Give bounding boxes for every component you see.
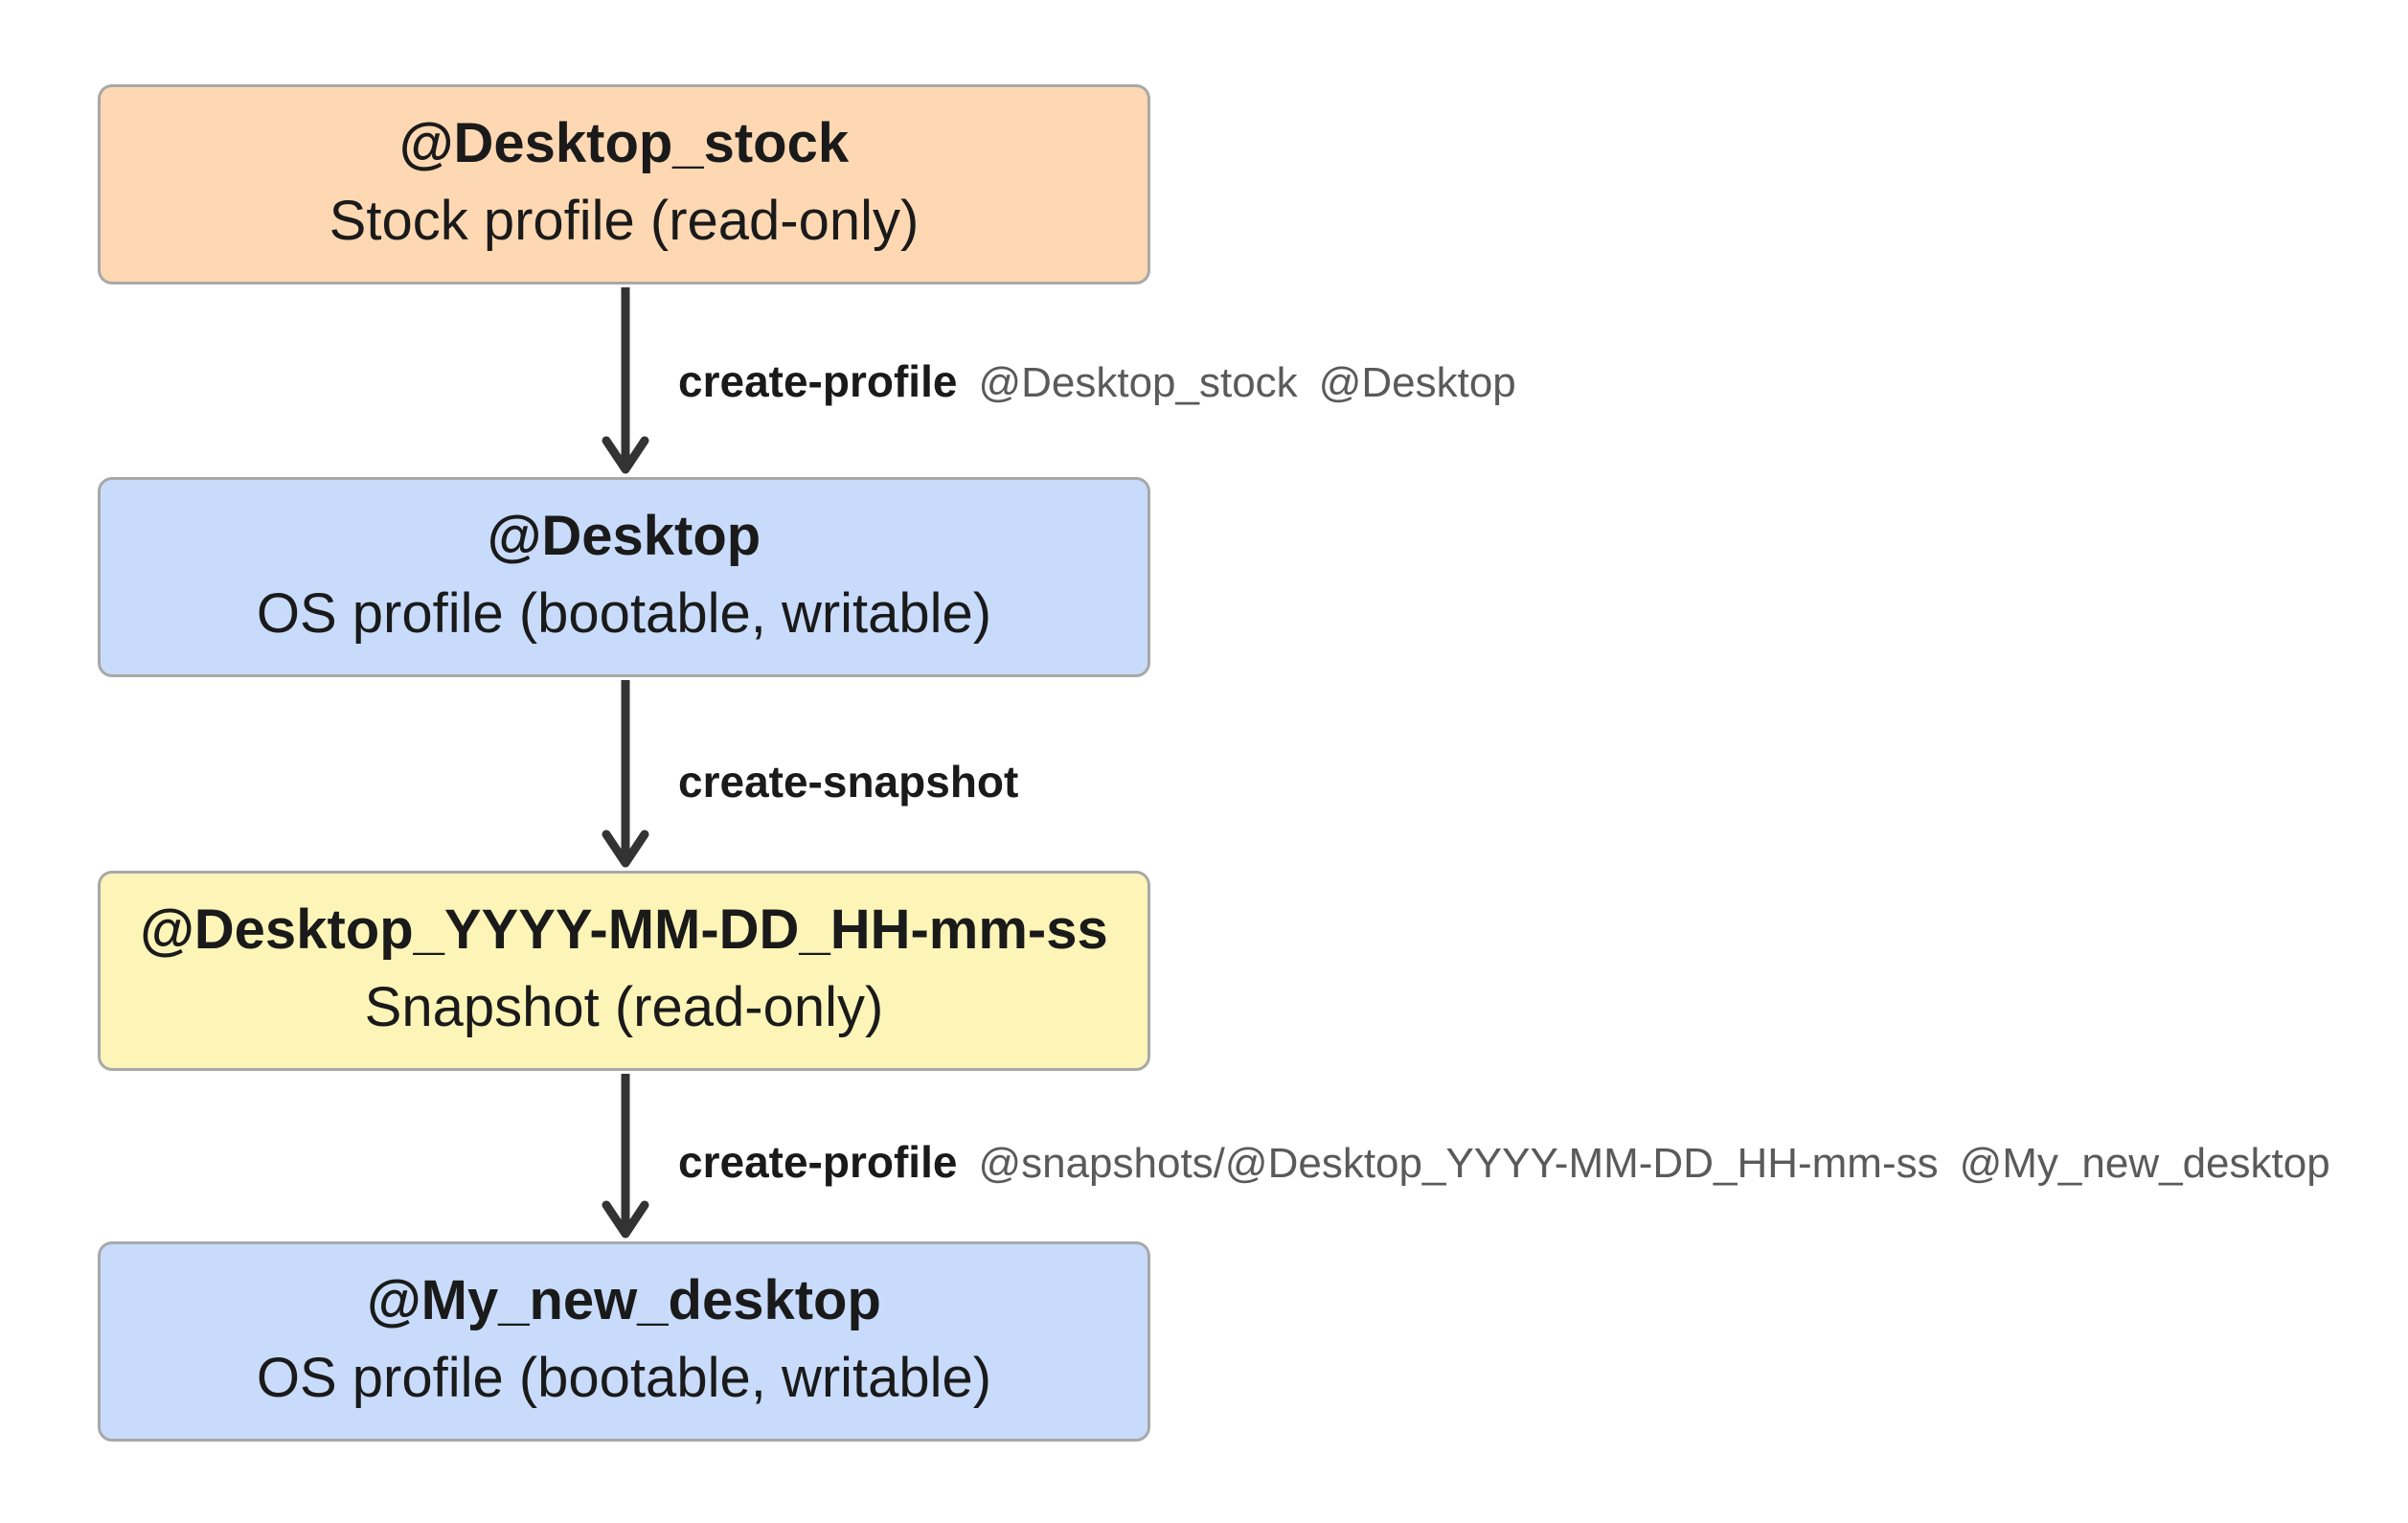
profile-node-desktop-stock: @Desktop_stock Stock profile (read-only) — [98, 84, 1150, 284]
node-title: @Desktop_stock — [398, 111, 850, 174]
edge-arg: @My_new_desktop — [1959, 1140, 2330, 1187]
snapshot-node: @Desktop_YYYY-MM-DD_HH-mm-ss Snapshot (r… — [98, 871, 1150, 1071]
node-subtitle: Snapshot (read-only) — [364, 975, 884, 1038]
edge-label: create-profile @snapshots/@Desktop_YYYY-M… — [678, 1135, 2330, 1191]
node-subtitle: OS profile (bootable, writable) — [256, 1346, 992, 1409]
edge-arg: @Desktop_stock — [978, 359, 1298, 406]
edge-command: create-profile — [678, 356, 958, 406]
edge-arg: @snapshots/@Desktop_YYYY-MM-DD_HH-mm-ss — [978, 1140, 1939, 1187]
profile-node-my-new-desktop: @My_new_desktop OS profile (bootable, wr… — [98, 1241, 1150, 1442]
edge-arg: @Desktop — [1318, 359, 1516, 406]
edge-label: create-profile @Desktop_stock @Desktop — [678, 354, 1516, 410]
node-title: @Desktop — [487, 504, 761, 567]
profile-node-desktop: @Desktop OS profile (bootable, writable) — [98, 477, 1150, 677]
node-title: @My_new_desktop — [367, 1268, 881, 1331]
node-title: @Desktop_YYYY-MM-DD_HH-mm-ss — [140, 898, 1108, 961]
edge-label: create-snapshot — [678, 755, 1018, 808]
node-subtitle: Stock profile (read-only) — [329, 189, 920, 252]
edge-command: create-profile — [678, 1137, 958, 1187]
edge-command: create-snapshot — [678, 757, 1019, 807]
node-subtitle: OS profile (bootable, writable) — [256, 581, 992, 645]
